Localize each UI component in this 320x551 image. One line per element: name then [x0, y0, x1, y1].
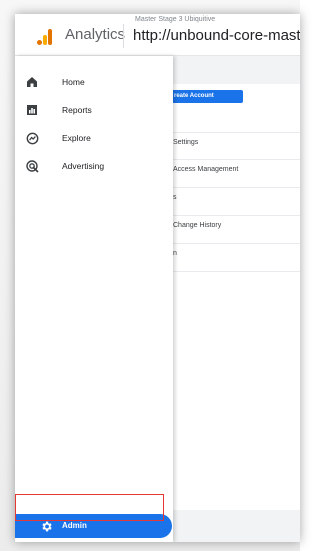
gear-icon: [39, 519, 53, 533]
home-icon: [25, 75, 39, 89]
screenshot-frame: Analytics Master Stage 3 Ubiquitive http…: [0, 0, 300, 551]
app-title: Analytics: [65, 26, 126, 43]
create-account-button[interactable]: reate Account: [165, 90, 243, 103]
nav-item-home[interactable]: Home: [15, 68, 173, 96]
property-selector[interactable]: http://unbound-core-mast: [133, 27, 300, 44]
nav-item-explore[interactable]: Explore: [15, 124, 173, 152]
access-management-row[interactable]: Access Management: [165, 160, 300, 188]
admin-settings-list: Settings Access Management s Change Hist…: [165, 132, 300, 272]
settings-row[interactable]: Settings: [165, 132, 300, 160]
trash-row[interactable]: n: [165, 244, 300, 272]
analytics-window: Analytics Master Stage 3 Ubiquitive http…: [15, 14, 300, 542]
top-header: Analytics Master Stage 3 Ubiquitive http…: [15, 14, 300, 56]
nav-label-explore: Explore: [62, 133, 91, 143]
change-history-row[interactable]: Change History: [165, 216, 300, 244]
analytics-logo[interactable]: [37, 29, 53, 45]
filters-row[interactable]: s: [165, 188, 300, 216]
nav-label-home: Home: [62, 77, 85, 87]
header-divider: [123, 24, 124, 48]
nav-label-admin: Admin: [62, 521, 87, 530]
nav-item-admin[interactable]: Admin: [15, 514, 172, 538]
reports-icon: [25, 103, 39, 117]
advertising-icon: [25, 159, 39, 173]
main-bottom-band: [165, 510, 300, 542]
side-navigation: Home Reports Explore Advertising Admin: [15, 56, 173, 542]
nav-label-advertising: Advertising: [62, 161, 105, 171]
explore-icon: [25, 131, 39, 145]
nav-label-reports: Reports: [62, 105, 92, 115]
nav-item-advertising[interactable]: Advertising: [15, 152, 173, 180]
nav-item-reports[interactable]: Reports: [15, 96, 173, 124]
account-path: Master Stage 3 Ubiquitive: [135, 16, 216, 23]
